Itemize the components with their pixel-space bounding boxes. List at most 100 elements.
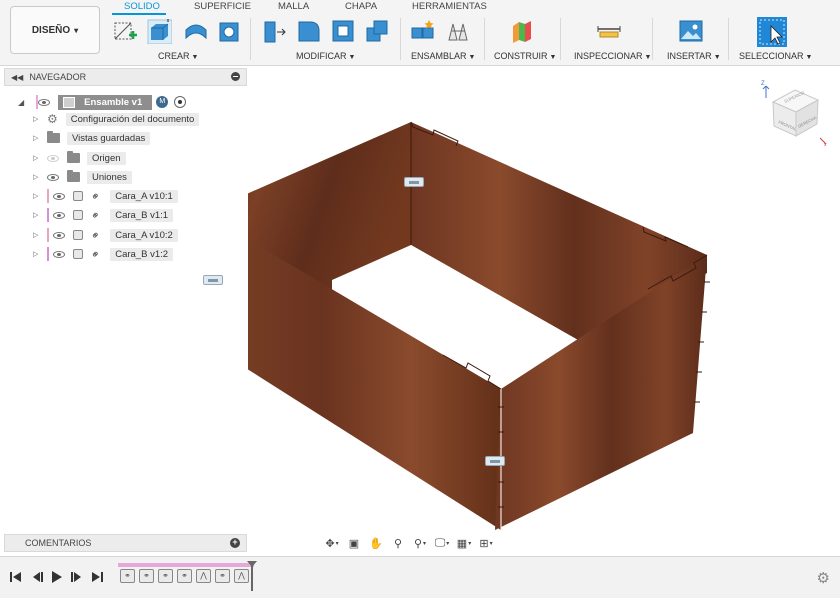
new-component-icon[interactable]	[410, 18, 436, 44]
chevron-down-icon: ▼	[191, 54, 199, 61]
visibility-eye-icon[interactable]	[38, 98, 51, 106]
expand-down-icon[interactable]: ◢	[18, 98, 24, 107]
component-color-bar	[47, 247, 49, 261]
joint-icon[interactable]	[446, 18, 472, 44]
root-component-label[interactable]: Ensamble v1	[58, 94, 153, 110]
activate-radio-icon[interactable]	[174, 96, 187, 108]
tree-item-label: Vistas guardadas	[67, 131, 151, 145]
timeline-track	[118, 563, 254, 567]
timeline-joint-feature-icon[interactable]: ⚭	[215, 569, 230, 583]
tree-root-row[interactable]: ◢ Ensamble v1 M	[18, 94, 187, 110]
timeline-joint-feature-icon[interactable]: ⚭	[120, 569, 135, 583]
toolbar-divider	[728, 18, 729, 60]
timeline-joint-feature-icon[interactable]: ⚭	[177, 569, 192, 583]
expand-right-icon[interactable]: ▷	[33, 192, 41, 200]
tab-solido[interactable]: SOLIDO	[124, 1, 160, 12]
visibility-eye-icon[interactable]	[53, 231, 65, 239]
construir-menu[interactable]: CONSTRUIR ▼	[494, 51, 556, 61]
expand-right-icon[interactable]: ▷	[33, 211, 41, 219]
timeline-rigid-feature-icon[interactable]: ⋀	[234, 569, 249, 583]
press-pull-icon[interactable]	[261, 18, 287, 44]
offset-plane-icon[interactable]	[509, 18, 535, 44]
navigation-bar: ✥ ▾ ▣ ✋ ⚲ ⚲ ▾ 🖵 ▾ ▦ ▾ ⊞ ▾	[322, 532, 520, 554]
go-to-end-icon[interactable]	[91, 571, 105, 583]
toolbar: DISEÑO ▾ SOLIDO SUPERFICIE MALLA CHAPA H…	[0, 0, 840, 66]
pan-icon[interactable]: ✋	[366, 534, 386, 552]
viewport-canvas[interactable]	[203, 67, 840, 555]
link-icon: ⚭	[88, 207, 104, 223]
ensamblar-menu[interactable]: ENSAMBLAR ▼	[411, 51, 475, 61]
orbit-icon[interactable]: ✥ ▾	[322, 534, 342, 552]
gear-icon: ⚙	[47, 112, 58, 126]
modificar-menu[interactable]: MODIFICAR ▼	[296, 51, 355, 61]
tree-item-origin[interactable]: ▷ Origen	[33, 150, 126, 166]
minimize-icon[interactable]	[231, 72, 240, 81]
measure-icon[interactable]	[596, 18, 622, 44]
shell-icon[interactable]	[330, 18, 356, 44]
tab-chapa[interactable]: CHAPA	[345, 1, 377, 12]
grid-settings-icon[interactable]: ▦ ▾	[454, 534, 474, 552]
display-settings-icon[interactable]: 🖵 ▾	[432, 534, 452, 552]
revolve-icon[interactable]	[183, 18, 209, 44]
tree-item-component[interactable]: ▷ ⚭ Cara_A v10:2	[33, 227, 178, 243]
crear-menu[interactable]: CREAR ▼	[158, 51, 198, 61]
add-comment-icon[interactable]: +	[230, 538, 240, 548]
visibility-eye-icon[interactable]	[53, 250, 65, 258]
play-icon[interactable]	[51, 571, 65, 583]
timeline-rigid-feature-icon[interactable]: ⋀	[196, 569, 211, 583]
select-icon[interactable]	[756, 16, 788, 48]
create-sketch-icon[interactable]	[112, 18, 138, 44]
tab-herramientas[interactable]: HERRAMIENTAS	[412, 1, 487, 12]
tree-item-component[interactable]: ▷ ⚭ Cara_B v1:1	[33, 207, 174, 223]
visibility-eye-icon[interactable]	[53, 192, 65, 200]
visibility-eye-icon[interactable]	[47, 154, 59, 162]
zoom-icon[interactable]: ⚲	[388, 534, 408, 552]
seleccionar-menu[interactable]: SELECCIONAR ▼	[739, 51, 812, 61]
tree-item-component[interactable]: ▷ ⚭ Cara_B v1:2	[33, 246, 174, 262]
root-component-text: Ensamble v1	[84, 96, 143, 108]
joint-glyph-icon[interactable]	[485, 456, 505, 466]
combine-icon[interactable]	[364, 18, 390, 44]
tree-item-label: Cara_A v10:1	[110, 189, 178, 203]
tree-item-document-settings[interactable]: ▷ ⚙ Configuración del documento	[33, 111, 200, 127]
timeline-joint-feature-icon[interactable]: ⚭	[139, 569, 154, 583]
viewports-icon[interactable]: ⊞ ▾	[476, 534, 496, 552]
go-to-start-icon[interactable]	[10, 571, 24, 583]
chevron-down-icon: ▼	[468, 54, 476, 61]
gear-icon[interactable]: ⚙	[817, 569, 830, 587]
expand-right-icon[interactable]: ▷	[33, 134, 41, 142]
expand-right-icon[interactable]: ▷	[33, 231, 41, 239]
timeline-marker[interactable]	[247, 561, 257, 591]
expand-right-icon[interactable]: ▷	[33, 250, 41, 258]
joint-glyph-icon[interactable]	[404, 177, 424, 187]
workspace-switcher-button[interactable]: DISEÑO ▾	[10, 6, 100, 54]
tab-superficie[interactable]: SUPERFICIE	[194, 1, 251, 12]
tab-malla[interactable]: MALLA	[278, 1, 309, 12]
insert-image-icon[interactable]	[678, 18, 704, 44]
insertar-menu[interactable]: INSERTAR ▼	[667, 51, 721, 61]
extrude-icon[interactable]	[146, 18, 172, 44]
joint-glyph-icon[interactable]	[203, 275, 223, 285]
hole-icon[interactable]	[217, 18, 243, 44]
tree-item-saved-views[interactable]: ▷ Vistas guardadas	[33, 130, 151, 146]
fillet-icon[interactable]	[296, 18, 322, 44]
expand-right-icon[interactable]: ▷	[33, 115, 41, 123]
step-back-icon[interactable]	[31, 571, 45, 583]
chevron-down-icon: ▼	[805, 54, 813, 61]
expand-right-icon[interactable]: ▷	[33, 173, 41, 181]
timeline-joint-feature-icon[interactable]: ⚭	[158, 569, 173, 583]
collapse-panel-icon[interactable]: ◀◀	[11, 73, 23, 82]
component-icon	[73, 191, 83, 201]
tree-item-component[interactable]: ▷ ⚭ Cara_A v10:1	[33, 188, 178, 204]
tree-item-joints[interactable]: ▷ Uniones	[33, 169, 132, 185]
inspeccionar-menu[interactable]: INSPECCIONAR ▼	[574, 51, 651, 61]
fit-icon[interactable]: ⚲ ▾	[410, 534, 430, 552]
look-at-icon[interactable]: ▣	[344, 534, 364, 552]
wooden-box-model[interactable]	[248, 67, 840, 555]
viewcube[interactable]: Z FRONTAL DERECHA SUPERIOR x	[758, 76, 832, 148]
expand-right-icon[interactable]: ▷	[33, 154, 41, 162]
step-forward-icon[interactable]	[71, 571, 85, 583]
tree-item-label: Cara_B v1:1	[110, 208, 174, 222]
visibility-eye-icon[interactable]	[53, 211, 65, 219]
visibility-eye-icon[interactable]	[47, 173, 59, 181]
